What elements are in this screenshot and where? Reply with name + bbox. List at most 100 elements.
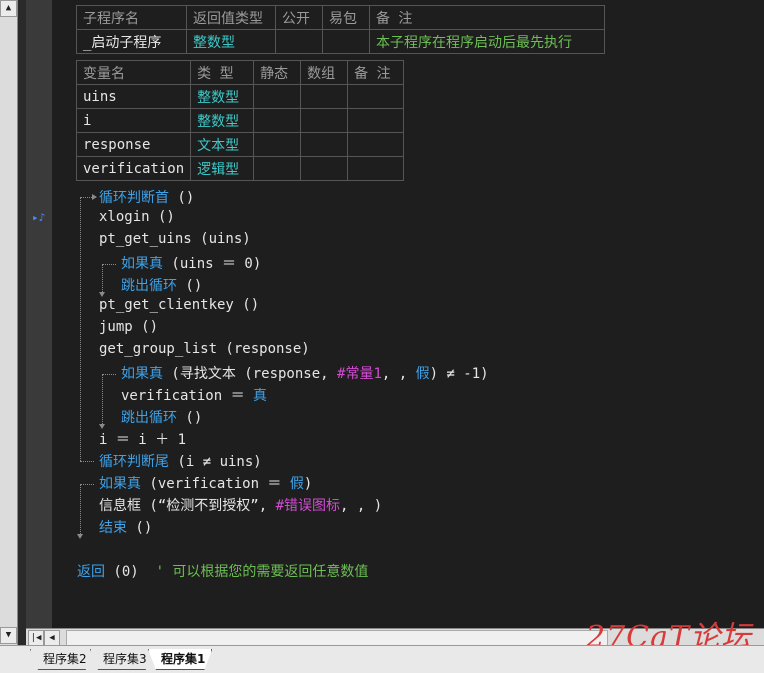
header-epkg: 易包 <box>322 5 370 30</box>
code-line-break-1[interactable]: 跳出循环 () <box>121 275 202 295</box>
keyword: 跳出循环 <box>121 410 177 426</box>
args: (寻找文本 (response, <box>163 366 338 382</box>
return-type-cell[interactable]: 整数型 <box>186 29 276 54</box>
keyword: 循环判断首 <box>99 190 169 206</box>
keyword: 跳出循环 <box>121 278 177 294</box>
code-line-return[interactable]: 返回 (0) ' 可以根据您的需要返回任意数值 <box>77 561 368 581</box>
epkg-cell[interactable] <box>322 29 370 54</box>
keyword: 如果真 <box>121 256 163 272</box>
args: () <box>177 278 203 294</box>
code-line-end[interactable]: 结束 () <box>99 517 152 537</box>
code-line-get-uins[interactable]: pt_get_uins (uins) <box>99 231 251 247</box>
var-array-cell[interactable] <box>300 84 349 109</box>
statement: verification ＝ <box>121 388 254 404</box>
args: (0) <box>105 564 156 580</box>
sub-name-cell[interactable]: _启动子程序 <box>76 29 187 54</box>
var-array-cell[interactable] <box>300 108 349 133</box>
var-array-cell[interactable] <box>300 156 349 181</box>
constant: #常量1 <box>337 366 382 382</box>
keyword: 如果真 <box>121 366 163 382</box>
literal: 假 <box>415 366 430 382</box>
statement: i ＝ i ＋ 1 <box>99 432 187 448</box>
subroutine-row[interactable]: _启动子程序 整数型 本子程序在程序启动后最先执行 <box>76 29 605 54</box>
code-line-if-find-text[interactable]: 如果真 (寻找文本 (response, #常量1, , 假) ≠ -1) <box>121 363 489 383</box>
var-name-cell[interactable]: i <box>75 108 192 133</box>
variable-table: 变量名 类 型 静态 数组 备 注 uins 整数型 i 整数型 respons… <box>75 60 405 181</box>
line-gutter <box>26 0 52 628</box>
var-remark-cell[interactable] <box>347 84 405 109</box>
code-line-loop-start[interactable]: 循环判断首 () <box>99 187 194 207</box>
statement: pt_get_clientkey () <box>99 297 260 313</box>
keyword: 如果真 <box>99 476 141 492</box>
constant: #错误图标 <box>275 498 341 514</box>
header-remark: 备 注 <box>369 5 605 30</box>
args: ) <box>303 476 313 492</box>
var-name-cell[interactable]: uins <box>75 84 192 109</box>
literal: 真 <box>253 388 268 404</box>
header-return-type: 返回值类型 <box>186 5 276 30</box>
args: () <box>127 520 153 536</box>
statement: xlogin () <box>99 209 175 225</box>
header-sub-name: 子程序名 <box>76 5 187 30</box>
code-line-messagebox[interactable]: 信息框 (“检测不到授权”, #错误图标, , ) <box>99 495 382 515</box>
code-line-get-clientkey[interactable]: pt_get_clientkey () <box>99 297 259 313</box>
variable-row[interactable]: response 文本型 <box>75 132 405 157</box>
tab-program-set-3[interactable]: 程序集3 <box>90 649 154 670</box>
var-static-cell[interactable] <box>253 84 302 109</box>
variable-table-header: 变量名 类 型 静态 数组 备 注 <box>75 60 405 85</box>
remark-cell[interactable]: 本子程序在程序启动后最先执行 <box>369 29 605 54</box>
breakpoint-marker-icon: ▸♪ <box>32 211 46 224</box>
subroutine-table-header: 子程序名 返回值类型 公开 易包 备 注 <box>76 5 605 30</box>
var-type-cell[interactable]: 逻辑型 <box>190 156 255 181</box>
code-line-set-verification[interactable]: verification ＝ 真 <box>121 385 267 405</box>
var-remark-cell[interactable] <box>347 132 405 157</box>
code-line-if-uins[interactable]: 如果真 (uins ＝ 0) <box>121 253 261 273</box>
public-cell[interactable] <box>275 29 323 54</box>
variable-row[interactable]: verification 逻辑型 <box>75 156 405 181</box>
code-line-jump[interactable]: jump () <box>99 319 158 335</box>
scroll-left-start-icon[interactable]: |◀ <box>28 630 44 646</box>
tab-program-set-2[interactable]: 程序集2 <box>30 649 94 670</box>
code-line-loop-end[interactable]: 循环判断尾 (i ≠ uins) <box>99 451 262 471</box>
header-static: 静态 <box>253 60 302 85</box>
header-var-remark: 备 注 <box>347 60 405 85</box>
scroll-up-arrow-icon[interactable]: ▲ <box>0 0 17 17</box>
code-line-increment[interactable]: i ＝ i ＋ 1 <box>99 429 186 449</box>
header-array: 数组 <box>300 60 349 85</box>
statement: get_group_list (response) <box>99 341 310 357</box>
var-static-cell[interactable] <box>253 156 302 181</box>
var-remark-cell[interactable] <box>347 108 405 133</box>
var-name-cell[interactable]: response <box>75 132 192 157</box>
left-vertical-scrollbar[interactable]: ▲ ▼ <box>0 0 18 645</box>
tab-program-set-1[interactable]: 程序集1 <box>148 649 212 670</box>
args: ) ≠ -1) <box>429 366 489 382</box>
args: , , ) <box>340 498 383 514</box>
code-line-if-verification[interactable]: 如果真 (verification ＝ 假) <box>99 473 312 493</box>
comment: ' 可以根据您的需要返回任意数值 <box>155 564 369 580</box>
var-name-cell[interactable]: verification <box>75 156 192 181</box>
args: () <box>177 410 203 426</box>
var-remark-cell[interactable] <box>347 156 405 181</box>
tab-bar: 程序集2 程序集3 程序集1 <box>0 645 764 673</box>
code-line-get-group-list[interactable]: get_group_list (response) <box>99 341 310 357</box>
var-type-cell[interactable]: 整数型 <box>190 84 255 109</box>
scroll-left-arrow-icon[interactable]: ◀ <box>44 630 60 646</box>
scrollbar-thumb[interactable] <box>66 630 608 646</box>
scroll-down-arrow-icon[interactable]: ▼ <box>0 627 17 644</box>
keyword: 返回 <box>77 564 105 580</box>
variable-row[interactable]: uins 整数型 <box>75 84 405 109</box>
var-array-cell[interactable] <box>300 132 349 157</box>
header-public: 公开 <box>275 5 323 30</box>
var-static-cell[interactable] <box>253 132 302 157</box>
var-static-cell[interactable] <box>253 108 302 133</box>
var-type-cell[interactable]: 整数型 <box>190 108 255 133</box>
keyword: 结束 <box>99 520 127 536</box>
args: () <box>169 190 195 206</box>
variable-row[interactable]: i 整数型 <box>75 108 405 133</box>
keyword: 循环判断尾 <box>99 454 169 470</box>
var-type-cell[interactable]: 文本型 <box>190 132 255 157</box>
code-line-xlogin[interactable]: xlogin () <box>99 209 175 225</box>
statement: 信息框 (“检测不到授权”, <box>99 498 276 514</box>
subroutine-table: 子程序名 返回值类型 公开 易包 备 注 _启动子程序 整数型 本子程序在程序启… <box>76 5 605 54</box>
code-line-break-2[interactable]: 跳出循环 () <box>121 407 202 427</box>
